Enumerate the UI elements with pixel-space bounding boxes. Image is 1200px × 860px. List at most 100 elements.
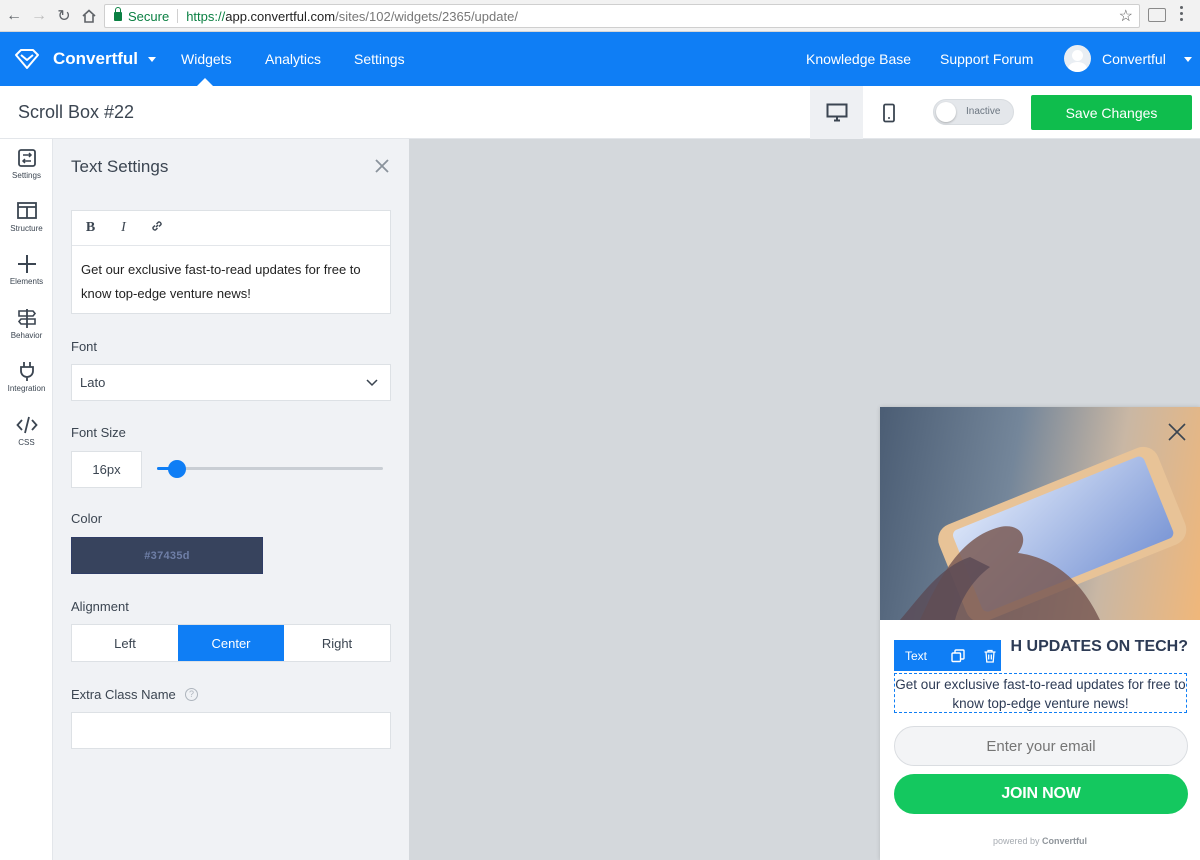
phone-in-hand-image [900, 446, 1187, 620]
sidebar-item-elements[interactable]: Elements [0, 245, 53, 297]
sidebar-item-integration[interactable]: Integration [0, 352, 53, 404]
reload-icon[interactable]: ↻ [53, 5, 75, 27]
editor-content[interactable]: Get our exclusive fast-to-read updates f… [72, 246, 390, 318]
sidebar-item-structure[interactable]: Structure [0, 192, 53, 244]
powered-by-prefix: powered by [992, 836, 1040, 846]
url-host: app.convertful.com [225, 8, 336, 24]
font-size-input[interactable]: 16px [71, 451, 142, 488]
powered-by-brand[interactable]: Convertful [1042, 836, 1087, 846]
widget-title: Scroll Box #22 [18, 102, 135, 122]
rich-text-editor: B I Get our exclusive fast-to-read updat… [71, 210, 391, 314]
signpost-icon [17, 309, 36, 328]
brand-menu[interactable]: Convertful [14, 48, 156, 70]
help-icon[interactable]: ? [185, 688, 198, 701]
user-avatar[interactable] [1064, 45, 1091, 72]
scroll-box-preview: H UPDATES ON TECH? Text Get our exclusiv… [880, 407, 1200, 860]
powered-by: powered by Convertful [880, 836, 1200, 846]
font-size-label: Font Size [71, 425, 126, 440]
user-menu-name[interactable]: Convertful [1102, 51, 1166, 67]
home-icon[interactable] [78, 5, 100, 27]
url-path: /sites/102/widgets/2365/update/ [335, 8, 518, 24]
join-now-button[interactable]: JOIN NOW [894, 774, 1188, 814]
bookmark-star-icon[interactable]: ☆ [1119, 6, 1133, 26]
lock-icon [114, 6, 122, 21]
sidebar-item-css[interactable]: CSS [0, 406, 53, 458]
secure-label: Secure [128, 8, 170, 24]
structure-icon [16, 202, 37, 219]
editor-toolbar: B I [72, 211, 390, 246]
editor-header: Scroll Box #22 Inactive Save Changes [0, 86, 1200, 139]
align-center-button[interactable]: Center [178, 625, 284, 661]
browser-toolbar: ← → ↻ Secure https://app.convertful.com /… [0, 0, 1200, 32]
mobile-icon [882, 103, 895, 122]
url-divider [177, 9, 179, 23]
nav-support-forum[interactable]: Support Forum [940, 51, 1033, 67]
address-bar[interactable]: Secure https://app.convertful.com/sites/… [104, 4, 1140, 28]
close-icon[interactable] [1168, 423, 1186, 441]
status-toggle-label: Inactive [966, 106, 1001, 117]
email-field[interactable] [894, 726, 1188, 766]
nav-knowledge-base[interactable]: Knowledge Base [806, 51, 911, 67]
plus-icon [17, 255, 36, 273]
panel-title: Text Settings [71, 157, 169, 176]
text-settings-panel: Text Settings B I Get our exclusive fast… [53, 139, 409, 860]
element-type-label: Text [905, 648, 928, 663]
editor-sidebar: Settings Structure Elements Behavior Int… [0, 139, 53, 860]
back-icon[interactable]: ← [3, 5, 25, 27]
color-hex-value: #37435d [144, 549, 190, 562]
align-right-button[interactable]: Right [284, 625, 390, 661]
font-select-value: Lato [80, 375, 106, 390]
sidebar-item-behavior[interactable]: Behavior [0, 299, 53, 351]
font-label: Font [71, 339, 98, 354]
nav-analytics[interactable]: Analytics [265, 51, 321, 67]
font-size-slider[interactable] [157, 460, 383, 478]
browser-menu-icon[interactable] [1180, 6, 1184, 21]
hero-image [880, 407, 1200, 620]
chevron-down-icon [366, 379, 378, 387]
alignment-label: Alignment [71, 599, 129, 614]
duplicate-icon[interactable] [951, 648, 965, 663]
status-toggle[interactable]: Inactive [933, 99, 1014, 125]
sidebar-label-behavior: Behavior [10, 331, 43, 340]
slider-thumb[interactable] [168, 460, 187, 478]
link-icon[interactable] [140, 219, 173, 238]
sidebar-label-structure: Structure [10, 224, 43, 233]
sidebar-label-integration: Integration [7, 384, 46, 393]
close-icon[interactable] [374, 158, 390, 174]
sidebar-label-elements: Elements [9, 277, 44, 286]
save-changes-button[interactable]: Save Changes [1031, 95, 1192, 130]
trash-icon[interactable] [983, 649, 997, 663]
plug-icon [19, 362, 34, 381]
brand-name: Convertful [53, 49, 138, 68]
convertful-logo-icon [15, 49, 39, 69]
alignment-segmented-control: Left Center Right [71, 624, 391, 662]
sidebar-item-settings[interactable]: Settings [0, 139, 53, 191]
nav-settings[interactable]: Settings [354, 51, 405, 67]
code-icon [15, 416, 38, 434]
desktop-icon [826, 103, 847, 121]
selected-text-element[interactable]: Get our exclusive fast-to-read updates f… [894, 673, 1187, 713]
extra-class-label: Extra Class Name [71, 687, 176, 702]
chevron-down-icon [148, 56, 156, 62]
top-navigation: Convertful Widgets Analytics Settings Kn… [0, 32, 1200, 86]
sidebar-label-settings: Settings [12, 171, 41, 180]
extra-class-input[interactable] [71, 712, 391, 749]
user-chevron-down-icon[interactable] [1184, 57, 1192, 62]
desktop-preview-button[interactable] [810, 86, 863, 139]
element-toolbar: Text [894, 640, 1001, 671]
bold-icon[interactable]: B [74, 220, 107, 236]
nav-widgets[interactable]: Widgets [181, 51, 232, 67]
url-scheme: https:// [186, 8, 226, 24]
forward-icon[interactable]: → [28, 5, 50, 27]
color-label: Color [71, 511, 103, 526]
align-left-button[interactable]: Left [72, 625, 178, 661]
toggle-knob [936, 102, 956, 122]
settings-icon [17, 149, 36, 167]
color-picker-swatch[interactable]: #37435d [71, 537, 263, 574]
sidebar-label-css: CSS [18, 438, 35, 447]
font-select[interactable]: Lato [71, 364, 391, 401]
active-nav-pointer [197, 78, 213, 86]
italic-icon[interactable]: I [107, 220, 140, 236]
extension-icon[interactable] [1148, 8, 1166, 22]
mobile-preview-button[interactable] [862, 86, 915, 139]
